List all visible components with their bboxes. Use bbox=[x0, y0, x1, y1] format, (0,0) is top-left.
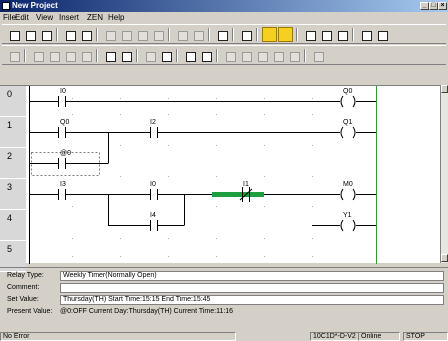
contact-label: I3 bbox=[60, 181, 66, 188]
coil-label: Y1 bbox=[343, 212, 352, 219]
present-value-text: @0:OFF Current Day:Thursday(TH) Current … bbox=[60, 308, 234, 315]
relay-type-label: Relay Type: bbox=[7, 272, 44, 279]
contact-label: Q0 bbox=[60, 119, 69, 126]
comment-row: Comment: bbox=[2, 282, 446, 294]
stop-icon[interactable] bbox=[238, 48, 253, 63]
zoom-in-icon[interactable] bbox=[102, 48, 117, 63]
menu-bar: File Edit View Insert ZEN Help bbox=[0, 12, 448, 23]
compare-icon[interactable] bbox=[318, 27, 333, 42]
present-value-row: Present Value: @0:OFF Current Day:Thursd… bbox=[2, 306, 446, 318]
run-icon[interactable] bbox=[222, 48, 237, 63]
print-icon[interactable] bbox=[62, 27, 77, 42]
horizontal-line-icon[interactable] bbox=[62, 48, 77, 63]
window-tile-icon[interactable] bbox=[198, 48, 213, 63]
properties-panel: Relay Type: Weekly Timer(Normally Open) … bbox=[0, 267, 448, 331]
copy-icon[interactable] bbox=[118, 27, 133, 42]
status-mode: STOP bbox=[403, 332, 448, 341]
transfer-icon[interactable] bbox=[302, 27, 317, 42]
present-value-label: Present Value: bbox=[7, 308, 53, 315]
delete-icon[interactable] bbox=[150, 27, 165, 42]
status-error: No Error bbox=[0, 332, 236, 341]
help-icon[interactable] bbox=[238, 27, 253, 42]
maximize-button[interactable]: □ bbox=[429, 2, 438, 10]
contact-label: I4 bbox=[150, 212, 156, 219]
status-connection: Online bbox=[358, 332, 400, 341]
vertical-line-icon[interactable] bbox=[78, 48, 93, 63]
minimize-button[interactable]: _ bbox=[420, 2, 429, 10]
main-toolbar bbox=[2, 24, 446, 44]
grid-dots bbox=[72, 98, 313, 257]
coil-label: Q0 bbox=[343, 88, 352, 95]
contact-label: I0 bbox=[60, 88, 66, 95]
contact-label: I0 bbox=[150, 181, 156, 188]
relay-type-row: Relay Type: Weekly Timer(Normally Open) bbox=[2, 270, 446, 282]
undo-icon[interactable] bbox=[174, 27, 189, 42]
contact-label: I2 bbox=[150, 119, 156, 126]
io-table-icon[interactable] bbox=[254, 48, 269, 63]
app-icon bbox=[2, 2, 10, 10]
save-icon[interactable] bbox=[38, 27, 53, 42]
insert-coil-icon[interactable] bbox=[46, 48, 61, 63]
coil-label: M0 bbox=[343, 181, 353, 188]
set-value-field[interactable]: Thursday(TH) Start Time:15:15 End Time:1… bbox=[60, 295, 444, 305]
open-file-icon[interactable] bbox=[22, 27, 37, 42]
window-split-icon[interactable] bbox=[182, 48, 197, 63]
ladder-diagram[interactable]: 0 1 2 3 4 5 I0 Q0 Q0 I2 Q1 @0 I3 I0 I1 M… bbox=[0, 85, 440, 272]
comment-field[interactable] bbox=[60, 283, 444, 293]
settings-icon[interactable] bbox=[310, 48, 325, 63]
menu-file[interactable]: File bbox=[3, 13, 16, 22]
set-value-row: Set Value: Thursday(TH) Start Time:15:15… bbox=[2, 294, 446, 306]
monitor-icon[interactable] bbox=[278, 27, 293, 42]
contact-label: @0 bbox=[60, 150, 71, 157]
upload-icon[interactable] bbox=[334, 27, 349, 42]
menu-edit[interactable]: Edit bbox=[15, 13, 29, 22]
set-value-label: Set Value: bbox=[7, 296, 39, 303]
redo-icon[interactable] bbox=[190, 27, 205, 42]
cut-icon[interactable] bbox=[102, 27, 117, 42]
simulation-icon[interactable] bbox=[358, 27, 373, 42]
status-bar: No Error 10C1D*-D-V2 Online STOP bbox=[0, 332, 448, 341]
window-title: New Project bbox=[12, 1, 58, 10]
warning-icon[interactable] bbox=[262, 27, 277, 42]
insert-contact-icon[interactable] bbox=[30, 48, 45, 63]
title-bar: New Project _ □ × bbox=[0, 0, 448, 12]
vertical-scrollbar[interactable] bbox=[440, 85, 448, 263]
menu-view[interactable]: View bbox=[36, 13, 53, 22]
print-preview-icon[interactable] bbox=[78, 27, 93, 42]
close-button[interactable]: × bbox=[438, 2, 447, 10]
edit-program-icon[interactable] bbox=[374, 27, 389, 42]
relay-type-field[interactable]: Weekly Timer(Normally Open) bbox=[60, 271, 444, 281]
menu-zen[interactable]: ZEN bbox=[87, 13, 103, 22]
clock-icon[interactable] bbox=[286, 48, 301, 63]
nc-contact-i1-highlight bbox=[212, 187, 264, 202]
new-file-icon[interactable] bbox=[6, 27, 21, 42]
scroll-down-icon[interactable] bbox=[441, 254, 448, 262]
menu-insert[interactable]: Insert bbox=[59, 13, 79, 22]
list-icon[interactable] bbox=[270, 48, 285, 63]
comment-label: Comment: bbox=[7, 284, 40, 291]
menu-help[interactable]: Help bbox=[108, 13, 124, 22]
show-comments-icon[interactable] bbox=[158, 48, 173, 63]
find-icon[interactable] bbox=[214, 27, 229, 42]
coil-label: Q1 bbox=[343, 119, 352, 126]
zoom-out-icon[interactable] bbox=[118, 48, 133, 63]
scroll-up-icon[interactable] bbox=[441, 85, 448, 93]
grid-icon[interactable] bbox=[142, 48, 157, 63]
select-icon[interactable] bbox=[6, 48, 21, 63]
ladder-toolbar bbox=[2, 45, 446, 65]
contact-label: I1 bbox=[243, 181, 249, 188]
ladder-canvas: I0 Q0 Q0 I2 Q1 @0 I3 I0 I1 M0 I4 Y1 bbox=[29, 86, 377, 264]
paste-icon[interactable] bbox=[134, 27, 149, 42]
